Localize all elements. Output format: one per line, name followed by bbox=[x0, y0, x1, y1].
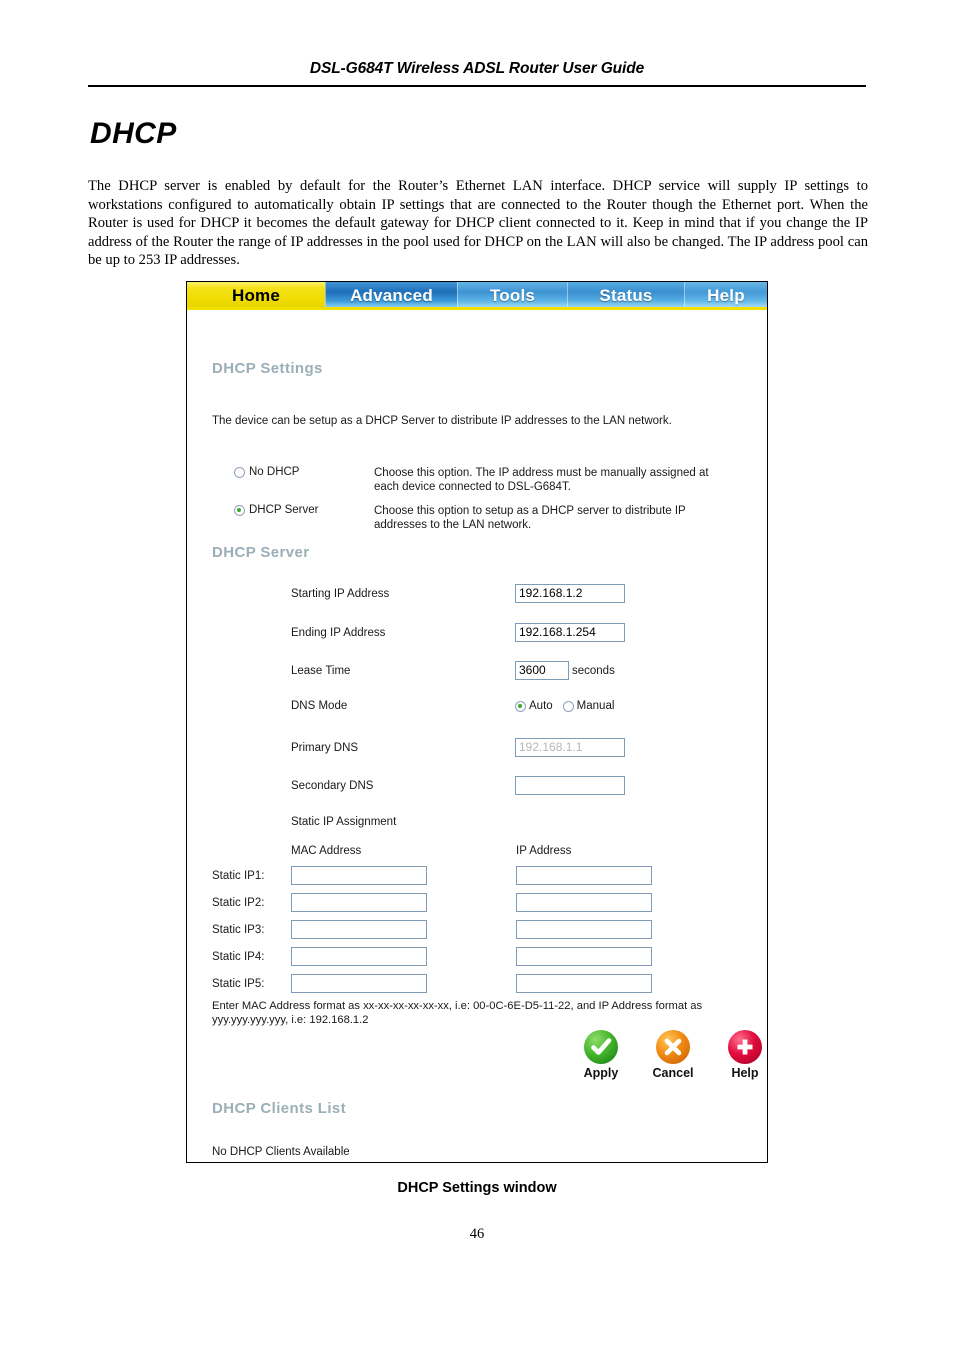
static-ip3-label: Static IP3: bbox=[212, 923, 265, 936]
radio-circle-icon bbox=[234, 466, 245, 478]
table-row: Static IP2: bbox=[212, 893, 747, 912]
help-button-label: Help bbox=[731, 1066, 759, 1080]
dhcp-clients-empty-message: No DHCP Clients Available bbox=[212, 1146, 350, 1158]
starting-ip-label: Starting IP Address bbox=[291, 587, 390, 600]
dns-auto-label: Auto bbox=[529, 700, 553, 712]
dhcp-server-description: Choose this option to setup as a DHCP se… bbox=[374, 504, 686, 532]
header-rule bbox=[88, 85, 866, 87]
dhcp-mode-option-no-dhcp[interactable]: No DHCP Choose this option. The IP addre… bbox=[234, 466, 744, 494]
field-secondary-dns: Secondary DNS bbox=[291, 776, 741, 795]
dns-mode-radio-group: Auto Manual bbox=[515, 700, 614, 712]
radio-dhcp-server-label: DHCP Server bbox=[249, 504, 319, 516]
dns-mode-label: DNS Mode bbox=[291, 700, 348, 712]
running-header-text: DSL-G684T Wireless ADSL Router User Guid… bbox=[309, 60, 645, 77]
page-number: 46 bbox=[469, 1226, 485, 1242]
static-ip5-ip-input[interactable] bbox=[516, 974, 652, 993]
apply-button[interactable]: Apply bbox=[578, 1030, 624, 1080]
static-ip5-label: Static IP5: bbox=[212, 977, 265, 990]
field-ending-ip: Ending IP Address 192.168.1.254 bbox=[291, 623, 741, 642]
mac-format-note-line1: Enter MAC Address format as xx-xx-xx-xx-… bbox=[212, 1000, 703, 1012]
dns-manual-label: Manual bbox=[576, 700, 615, 712]
x-circle-icon bbox=[656, 1030, 690, 1064]
static-ip3-ip-input[interactable] bbox=[516, 920, 652, 939]
nav-tab-advanced[interactable]: Advanced bbox=[325, 282, 457, 307]
static-ip4-label: Static IP4: bbox=[212, 950, 265, 963]
ending-ip-label: Ending IP Address bbox=[291, 626, 386, 639]
static-ip2-mac-input[interactable] bbox=[291, 893, 427, 912]
radio-circle-selected-icon bbox=[515, 700, 526, 712]
help-button[interactable]: Help bbox=[722, 1030, 767, 1080]
static-ip1-mac-input[interactable] bbox=[291, 866, 427, 885]
no-dhcp-description-line1: Choose this option. The IP address must … bbox=[374, 467, 709, 479]
primary-dns-label: Primary DNS bbox=[291, 741, 359, 754]
static-ip-assignment-label: Static IP Assignment bbox=[291, 816, 397, 828]
static-ip4-ip-input[interactable] bbox=[516, 947, 652, 966]
table-row: Static IP1: bbox=[212, 866, 747, 885]
mac-format-note-line2: yyy.yyy.yyy.yyy, i.e: 192.168.1.2 bbox=[212, 1013, 369, 1026]
column-header-mac-address: MAC Address bbox=[291, 845, 362, 857]
dhcp-clients-list-heading: DHCP Clients List bbox=[212, 1100, 347, 1117]
nav-tab-home[interactable]: Home bbox=[187, 282, 325, 310]
page-title: DHCP bbox=[90, 117, 177, 150]
table-row: Static IP4: bbox=[212, 947, 747, 966]
check-circle-icon bbox=[584, 1030, 618, 1064]
radio-circle-icon bbox=[562, 700, 574, 712]
action-button-group: Apply Cancel Help bbox=[578, 1030, 767, 1080]
cancel-button-label: Cancel bbox=[652, 1066, 694, 1080]
field-lease-time: Lease Time 3600 seconds bbox=[291, 661, 741, 680]
dhcp-mode-option-dhcp-server[interactable]: DHCP Server Choose this option to setup … bbox=[234, 504, 744, 532]
radio-dhcp-server[interactable]: DHCP Server bbox=[234, 504, 374, 516]
nav-tab-status[interactable]: Status bbox=[567, 282, 684, 307]
static-ip1-ip-input[interactable] bbox=[516, 866, 652, 885]
starting-ip-input[interactable]: 192.168.1.2 bbox=[515, 584, 625, 603]
static-ip3-mac-input[interactable] bbox=[291, 920, 427, 939]
static-ip5-mac-input[interactable] bbox=[291, 974, 427, 993]
ending-ip-input[interactable]: 192.168.1.254 bbox=[515, 623, 625, 642]
field-primary-dns: Primary DNS 192.168.1.1 bbox=[291, 738, 741, 757]
field-dns-mode: DNS Mode Auto Manual bbox=[291, 700, 741, 712]
static-ip4-mac-input[interactable] bbox=[291, 947, 427, 966]
mac-format-note: Enter MAC Address format as xx-xx-xx-xx-… bbox=[212, 1000, 752, 1027]
secondary-dns-input[interactable] bbox=[515, 776, 625, 795]
dhcp-server-description-line1: Choose this option to setup as a DHCP se… bbox=[374, 505, 686, 517]
cancel-button[interactable]: Cancel bbox=[650, 1030, 696, 1080]
figure-caption: DHCP Settings window bbox=[397, 1180, 557, 1196]
lease-time-unit: seconds bbox=[572, 664, 615, 677]
dhcp-settings-intro: The device can be setup as a DHCP Server… bbox=[212, 415, 672, 427]
no-dhcp-description: Choose this option. The IP address must … bbox=[374, 466, 709, 494]
apply-button-label: Apply bbox=[583, 1066, 619, 1080]
lease-time-label: Lease Time bbox=[291, 664, 351, 677]
intro-paragraph: The DHCP server is enabled by default fo… bbox=[88, 178, 868, 268]
no-dhcp-description-line2: each device connected to DSL-G684T. bbox=[374, 481, 571, 493]
router-ui-screenshot: Home Advanced Tools Status Help DHCP Set… bbox=[186, 281, 768, 1163]
primary-dns-input[interactable]: 192.168.1.1 bbox=[515, 738, 625, 757]
radio-no-dhcp-label: No DHCP bbox=[249, 466, 300, 478]
plus-circle-icon bbox=[728, 1030, 762, 1064]
table-row: Static IP5: bbox=[212, 974, 747, 993]
main-navigation-bar: Home Advanced Tools Status Help bbox=[187, 282, 767, 310]
dhcp-server-description-line2: addresses to the LAN network. bbox=[374, 519, 532, 531]
dhcp-server-heading: DHCP Server bbox=[212, 544, 310, 561]
secondary-dns-label: Secondary DNS bbox=[291, 779, 374, 792]
radio-dns-auto[interactable]: Auto bbox=[515, 700, 553, 712]
running-header: DSL-G684T Wireless ADSL Router User Guid… bbox=[88, 60, 866, 78]
field-starting-ip: Starting IP Address 192.168.1.2 bbox=[291, 584, 741, 603]
radio-circle-selected-icon bbox=[234, 504, 245, 516]
table-row: Static IP3: bbox=[212, 920, 747, 939]
static-ip2-label: Static IP2: bbox=[212, 896, 265, 909]
nav-tab-tools[interactable]: Tools bbox=[457, 282, 567, 307]
dhcp-settings-heading: DHCP Settings bbox=[212, 360, 323, 377]
nav-tab-help[interactable]: Help bbox=[684, 282, 767, 307]
lease-time-input[interactable]: 3600 bbox=[515, 661, 569, 680]
radio-dns-manual[interactable]: Manual bbox=[562, 700, 615, 712]
column-header-ip-address: IP Address bbox=[516, 845, 572, 857]
radio-no-dhcp[interactable]: No DHCP bbox=[234, 466, 374, 478]
static-ip1-label: Static IP1: bbox=[212, 869, 265, 882]
static-ip2-ip-input[interactable] bbox=[516, 893, 652, 912]
